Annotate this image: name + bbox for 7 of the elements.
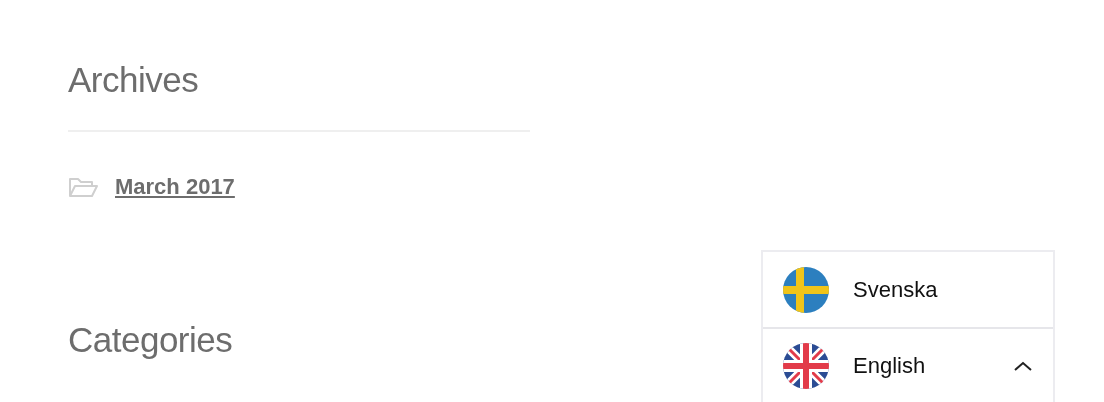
chevron-up-icon[interactable] — [1013, 359, 1033, 372]
widget-title: Archives — [68, 58, 530, 132]
widget-title: Categories — [68, 319, 234, 361]
folder-icon — [68, 176, 99, 198]
uk-flag-icon — [783, 342, 829, 389]
archive-link[interactable]: March 2017 — [115, 174, 235, 200]
sweden-flag-icon — [783, 266, 829, 313]
